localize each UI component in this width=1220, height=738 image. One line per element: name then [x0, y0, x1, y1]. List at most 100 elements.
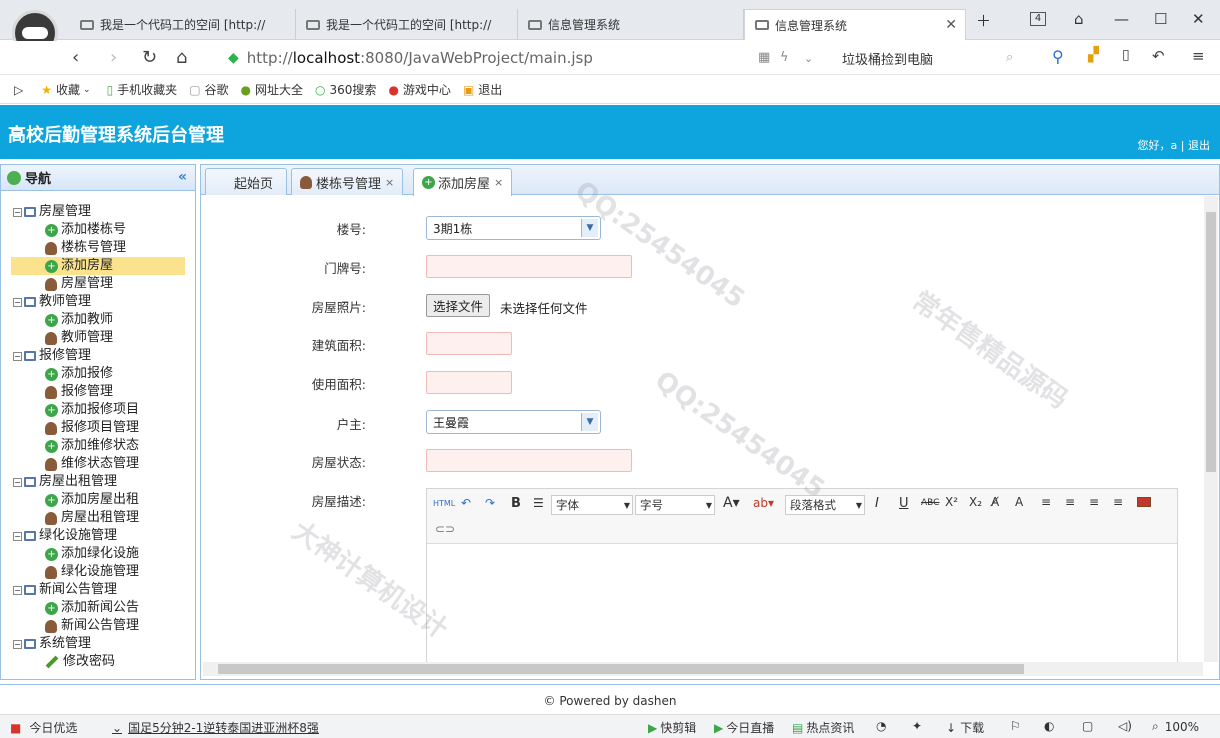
link-icon[interactable]: ⊂⊃: [435, 522, 455, 536]
highlight-icon[interactable]: ab▾: [753, 496, 774, 510]
nav-item[interactable]: 报修管理: [11, 383, 113, 401]
nav-item[interactable]: + 添加房屋: [11, 257, 185, 275]
browser-icon[interactable]: ◐: [1044, 719, 1054, 733]
browser-tab-4-active[interactable]: 信息管理系统 ✕: [744, 9, 966, 40]
nav-item[interactable]: 楼栋号管理: [11, 239, 126, 257]
bookmark-360[interactable]: ○ 360搜索: [315, 81, 376, 98]
nav-item[interactable]: + 添加绿化设施: [11, 545, 139, 563]
image-icon[interactable]: [1137, 497, 1151, 507]
speed-icon[interactable]: ◔: [876, 719, 886, 733]
nav-item[interactable]: + 添加教师: [11, 311, 113, 329]
news-ticker[interactable]: ⌄ 国足5分钟2-1逆转泰国进亚洲杯8强: [112, 719, 319, 736]
hot-news[interactable]: ▤ 热点资讯: [792, 719, 854, 736]
shirt-icon[interactable]: ⌂: [1074, 10, 1084, 28]
nav-item[interactable]: + 添加报修项目: [11, 401, 139, 419]
font-family-select[interactable]: 字体 ▼: [551, 495, 633, 515]
door-number-input[interactable]: [426, 255, 632, 278]
nav-item[interactable]: 教师管理: [11, 329, 113, 347]
browser-tab-2[interactable]: 我是一个代码工的空间 [http://: [296, 9, 518, 40]
nav-item[interactable]: 绿化设施管理: [11, 563, 139, 581]
tree-toggle-icon[interactable]: −: [13, 531, 22, 541]
align-right-icon[interactable]: ≡: [1065, 495, 1075, 509]
tree-toggle-icon[interactable]: −: [13, 351, 22, 361]
collapse-icon[interactable]: «: [178, 169, 187, 185]
zoom-control[interactable]: ⌕ 100%: [1152, 719, 1199, 734]
nav-item[interactable]: 维修状态管理: [11, 455, 139, 473]
maximize-button[interactable]: ☐: [1154, 10, 1167, 28]
nav-item[interactable]: + 添加报修: [11, 365, 113, 383]
url-field[interactable]: ◆ http://localhost:8080/JavaWebProject/m…: [228, 44, 828, 72]
close-window-button[interactable]: ✕: [1192, 10, 1205, 28]
browser-tab-3[interactable]: 信息管理系统: [518, 9, 744, 40]
search-input[interactable]: 垃圾桶捡到电脑: [842, 46, 1022, 70]
window-icon[interactable]: ▢: [1082, 719, 1093, 733]
nav-group[interactable]: − 报修管理: [13, 347, 91, 365]
strikethrough-icon[interactable]: ABC: [921, 498, 939, 508]
back-arrow-icon[interactable]: ‹: [72, 47, 79, 68]
bookmark-favorites[interactable]: ★ 收藏 ⌄: [41, 81, 94, 98]
search-icon[interactable]: ⌕: [1006, 50, 1013, 65]
horizontal-scroll-thumb[interactable]: [218, 664, 1024, 674]
align-justify-icon[interactable]: ≡: [1113, 495, 1123, 509]
nav-item[interactable]: + 添加房屋出租: [11, 491, 139, 509]
undo-icon[interactable]: ↶: [1152, 47, 1165, 65]
nav-item[interactable]: 新闻公告管理: [11, 617, 139, 635]
bookmark-games[interactable]: ● 游戏中心: [388, 81, 451, 98]
tab-count-badge[interactable]: 4: [1030, 12, 1046, 26]
paragraph-select[interactable]: 段落格式 ▼: [785, 495, 865, 515]
tab-building-manage[interactable]: 楼栋号管理 ×: [291, 168, 404, 195]
pin-icon[interactable]: ✦: [912, 719, 922, 733]
new-tab-button[interactable]: ＋: [976, 10, 991, 31]
flag-icon[interactable]: ⚐: [1010, 719, 1021, 733]
owner-select[interactable]: 王曼霞 ▼: [426, 410, 601, 434]
nav-group[interactable]: − 新闻公告管理: [13, 581, 117, 599]
vertical-scroll-thumb[interactable]: [1206, 212, 1216, 472]
magnifier-icon[interactable]: ⚲: [1052, 47, 1064, 66]
bookmark-mobile[interactable]: ▯ 手机收藏夹: [107, 81, 178, 98]
redo-icon[interactable]: ↷: [485, 496, 495, 510]
html-source-button[interactable]: HTML: [433, 499, 455, 508]
tree-toggle-icon[interactable]: −: [13, 477, 22, 487]
quick-clip[interactable]: ▶ 快剪辑: [648, 719, 696, 736]
use-area-input[interactable]: [426, 371, 512, 394]
phone-icon[interactable]: ▯: [1122, 47, 1130, 63]
nav-group[interactable]: − 教师管理: [13, 293, 91, 311]
align-center-icon[interactable]: ≡: [1089, 495, 1099, 509]
nav-group[interactable]: − 房屋管理: [13, 203, 91, 221]
nav-item[interactable]: + 添加维修状态: [11, 437, 139, 455]
reload-icon[interactable]: ↻: [142, 47, 157, 68]
download[interactable]: ↓ 下载: [946, 719, 984, 736]
align-left-icon[interactable]: ≡: [1041, 495, 1051, 509]
today-picks[interactable]: ■ 今日优选: [10, 719, 77, 736]
format-icon[interactable]: ☰: [533, 496, 544, 510]
house-status-input[interactable]: [426, 449, 632, 472]
sidebar-toggle-icon[interactable]: ▷: [14, 83, 23, 97]
today-live[interactable]: ▶ 今日直播: [714, 719, 774, 736]
close-tab-icon[interactable]: ✕: [945, 17, 957, 33]
superscript-icon[interactable]: X²: [945, 495, 958, 509]
font-size-select[interactable]: 字号 ▼: [635, 495, 715, 515]
apps-grid-icon[interactable]: ▞: [1088, 47, 1099, 63]
volume-icon[interactable]: ◁): [1118, 719, 1132, 733]
bookmark-exit[interactable]: ▣ 退出: [463, 81, 502, 98]
building-select[interactable]: 3期1栋 ▼: [426, 216, 601, 240]
font-color-icon[interactable]: A▾: [723, 495, 740, 511]
chevron-down-icon[interactable]: ⌄: [804, 52, 813, 65]
close-icon[interactable]: ×: [494, 176, 503, 189]
close-icon[interactable]: ×: [385, 176, 394, 189]
italic-icon[interactable]: I: [875, 496, 879, 511]
tab-home[interactable]: 起始页: [205, 168, 287, 195]
nav-item[interactable]: 修改密码: [11, 653, 115, 671]
nav-group[interactable]: − 系统管理: [13, 635, 91, 653]
nav-group[interactable]: − 房屋出租管理: [13, 473, 117, 491]
build-area-input[interactable]: [426, 332, 512, 355]
user-info[interactable]: 您好，a | 退出: [1138, 137, 1210, 153]
tree-toggle-icon[interactable]: −: [13, 639, 22, 649]
nav-group[interactable]: − 绿化设施管理: [13, 527, 117, 545]
clear-format-icon[interactable]: A̸: [991, 495, 999, 509]
tree-toggle-icon[interactable]: −: [13, 585, 22, 595]
bookmark-google[interactable]: ▢ 谷歌: [189, 81, 228, 98]
tree-toggle-icon[interactable]: −: [13, 207, 22, 217]
nav-item[interactable]: 房屋出租管理: [11, 509, 139, 527]
forward-arrow-icon[interactable]: ›: [110, 47, 117, 68]
